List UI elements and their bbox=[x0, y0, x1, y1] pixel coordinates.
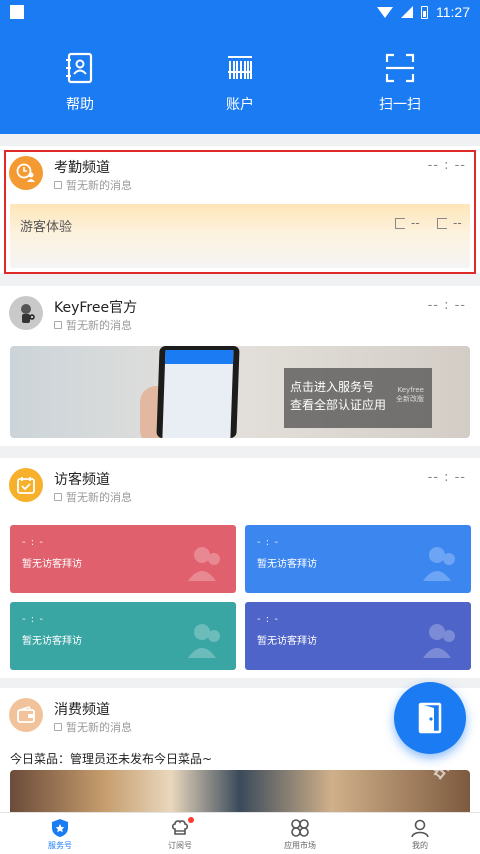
account-label: 账户 bbox=[226, 97, 254, 113]
keyfree-title: KeyFree官方 bbox=[54, 300, 138, 316]
nav-subscription-label: 订阅号 bbox=[168, 840, 192, 850]
address-book-icon bbox=[66, 52, 93, 84]
consumption-title: 消费频道 bbox=[54, 702, 110, 718]
service-icon bbox=[52, 818, 68, 837]
banner-line1: 点击进入服务号 bbox=[290, 380, 375, 394]
keyfree-avatar bbox=[9, 296, 43, 330]
scan-label: 扫一扫 bbox=[379, 97, 421, 113]
banner-line2: 查看全部认证应用 bbox=[290, 398, 387, 412]
door-icon bbox=[418, 702, 442, 734]
calendar-icon bbox=[9, 468, 43, 502]
header: 11:27 帮助 账户 扫一扫 bbox=[0, 0, 480, 134]
nav-service[interactable]: 服务号 bbox=[0, 813, 120, 854]
nav-app-market-label: 应用市场 bbox=[284, 840, 316, 850]
selection-highlight bbox=[4, 150, 476, 274]
scan-icon bbox=[385, 53, 415, 83]
speaker-icon bbox=[54, 493, 62, 501]
visitor-tile-1[interactable]: - : - 暂无访客拜访 bbox=[10, 525, 236, 593]
nav-service-label: 服务号 bbox=[48, 840, 72, 850]
visitor-subtitle: 暂无新的消息 bbox=[66, 491, 132, 504]
status-time: 11:27 bbox=[436, 4, 470, 20]
visitors-icon bbox=[188, 624, 220, 658]
status-bar: 11:27 bbox=[0, 0, 480, 24]
visitor-tile-text: 暂无访客拜访 bbox=[257, 559, 317, 570]
nav-mine-label: 我的 bbox=[412, 840, 428, 850]
visitor-tile-text: 暂无访客拜访 bbox=[22, 559, 82, 570]
visitors-icon bbox=[423, 624, 455, 658]
banner-brand-sub: 全新改版 bbox=[396, 395, 424, 403]
bottom-nav: 服务号 订阅号 应用市场 我的 bbox=[0, 812, 480, 854]
visitor-tile-time: - : - bbox=[22, 537, 44, 548]
wallet-icon bbox=[9, 698, 43, 732]
account-button[interactable]: 账户 bbox=[160, 50, 320, 114]
barcode-icon bbox=[228, 56, 252, 79]
visitor-time: -- : -- bbox=[427, 470, 466, 485]
signal-icon bbox=[401, 6, 413, 18]
nav-mine[interactable]: 我的 bbox=[360, 813, 480, 854]
help-label: 帮助 bbox=[66, 97, 94, 113]
visitor-tile-4[interactable]: - : - 暂无访客拜访 bbox=[245, 602, 471, 670]
nav-subscription[interactable]: 订阅号 bbox=[120, 813, 240, 854]
clover-apps-icon bbox=[291, 818, 309, 837]
visitor-tile-time: - : - bbox=[257, 614, 279, 625]
scan-button[interactable]: 扫一扫 bbox=[320, 50, 480, 114]
battery-icon bbox=[421, 5, 428, 19]
visitor-tile-time: - : - bbox=[257, 537, 279, 548]
food-image[interactable] bbox=[10, 770, 470, 812]
notification-icon bbox=[10, 5, 24, 19]
quick-actions: 帮助 账户 扫一扫 bbox=[0, 50, 480, 114]
nav-app-market[interactable]: 应用市场 bbox=[240, 813, 360, 854]
speaker-icon bbox=[54, 321, 62, 329]
visitor-tile-time: - : - bbox=[22, 614, 44, 625]
consumption-subtitle: 暂无新的消息 bbox=[66, 721, 132, 734]
visitor-tile-3[interactable]: - : - 暂无访客拜访 bbox=[10, 602, 236, 670]
banner-overlay: 点击进入服务号 查看全部认证应用 Keyfree 全新改版 bbox=[284, 368, 432, 428]
visitor-tile-2[interactable]: - : - 暂无访客拜访 bbox=[245, 525, 471, 593]
visitors-icon bbox=[423, 547, 455, 581]
speaker-icon bbox=[54, 723, 62, 731]
visitor-tile-text: 暂无访客拜访 bbox=[22, 636, 82, 647]
today-menu-text: 今日菜品：管理员还未发布今日菜品~ bbox=[10, 752, 213, 766]
user-icon bbox=[411, 819, 429, 837]
keyfree-subtitle: 暂无新的消息 bbox=[66, 319, 132, 332]
visitor-tile-text: 暂无访客拜访 bbox=[257, 636, 317, 647]
banner-phone-image bbox=[156, 346, 240, 438]
visitor-title: 访客频道 bbox=[54, 472, 110, 488]
help-button[interactable]: 帮助 bbox=[0, 50, 160, 114]
banner-brand: Keyfree bbox=[397, 386, 425, 394]
door-fab-button[interactable] bbox=[394, 682, 466, 754]
keyfree-banner[interactable]: 点击进入服务号 查看全部认证应用 Keyfree 全新改版 bbox=[10, 346, 470, 438]
wifi-icon bbox=[377, 6, 393, 18]
notification-dot bbox=[188, 817, 194, 823]
keyfree-time: -- : -- bbox=[427, 298, 466, 313]
visitors-icon bbox=[188, 547, 220, 581]
